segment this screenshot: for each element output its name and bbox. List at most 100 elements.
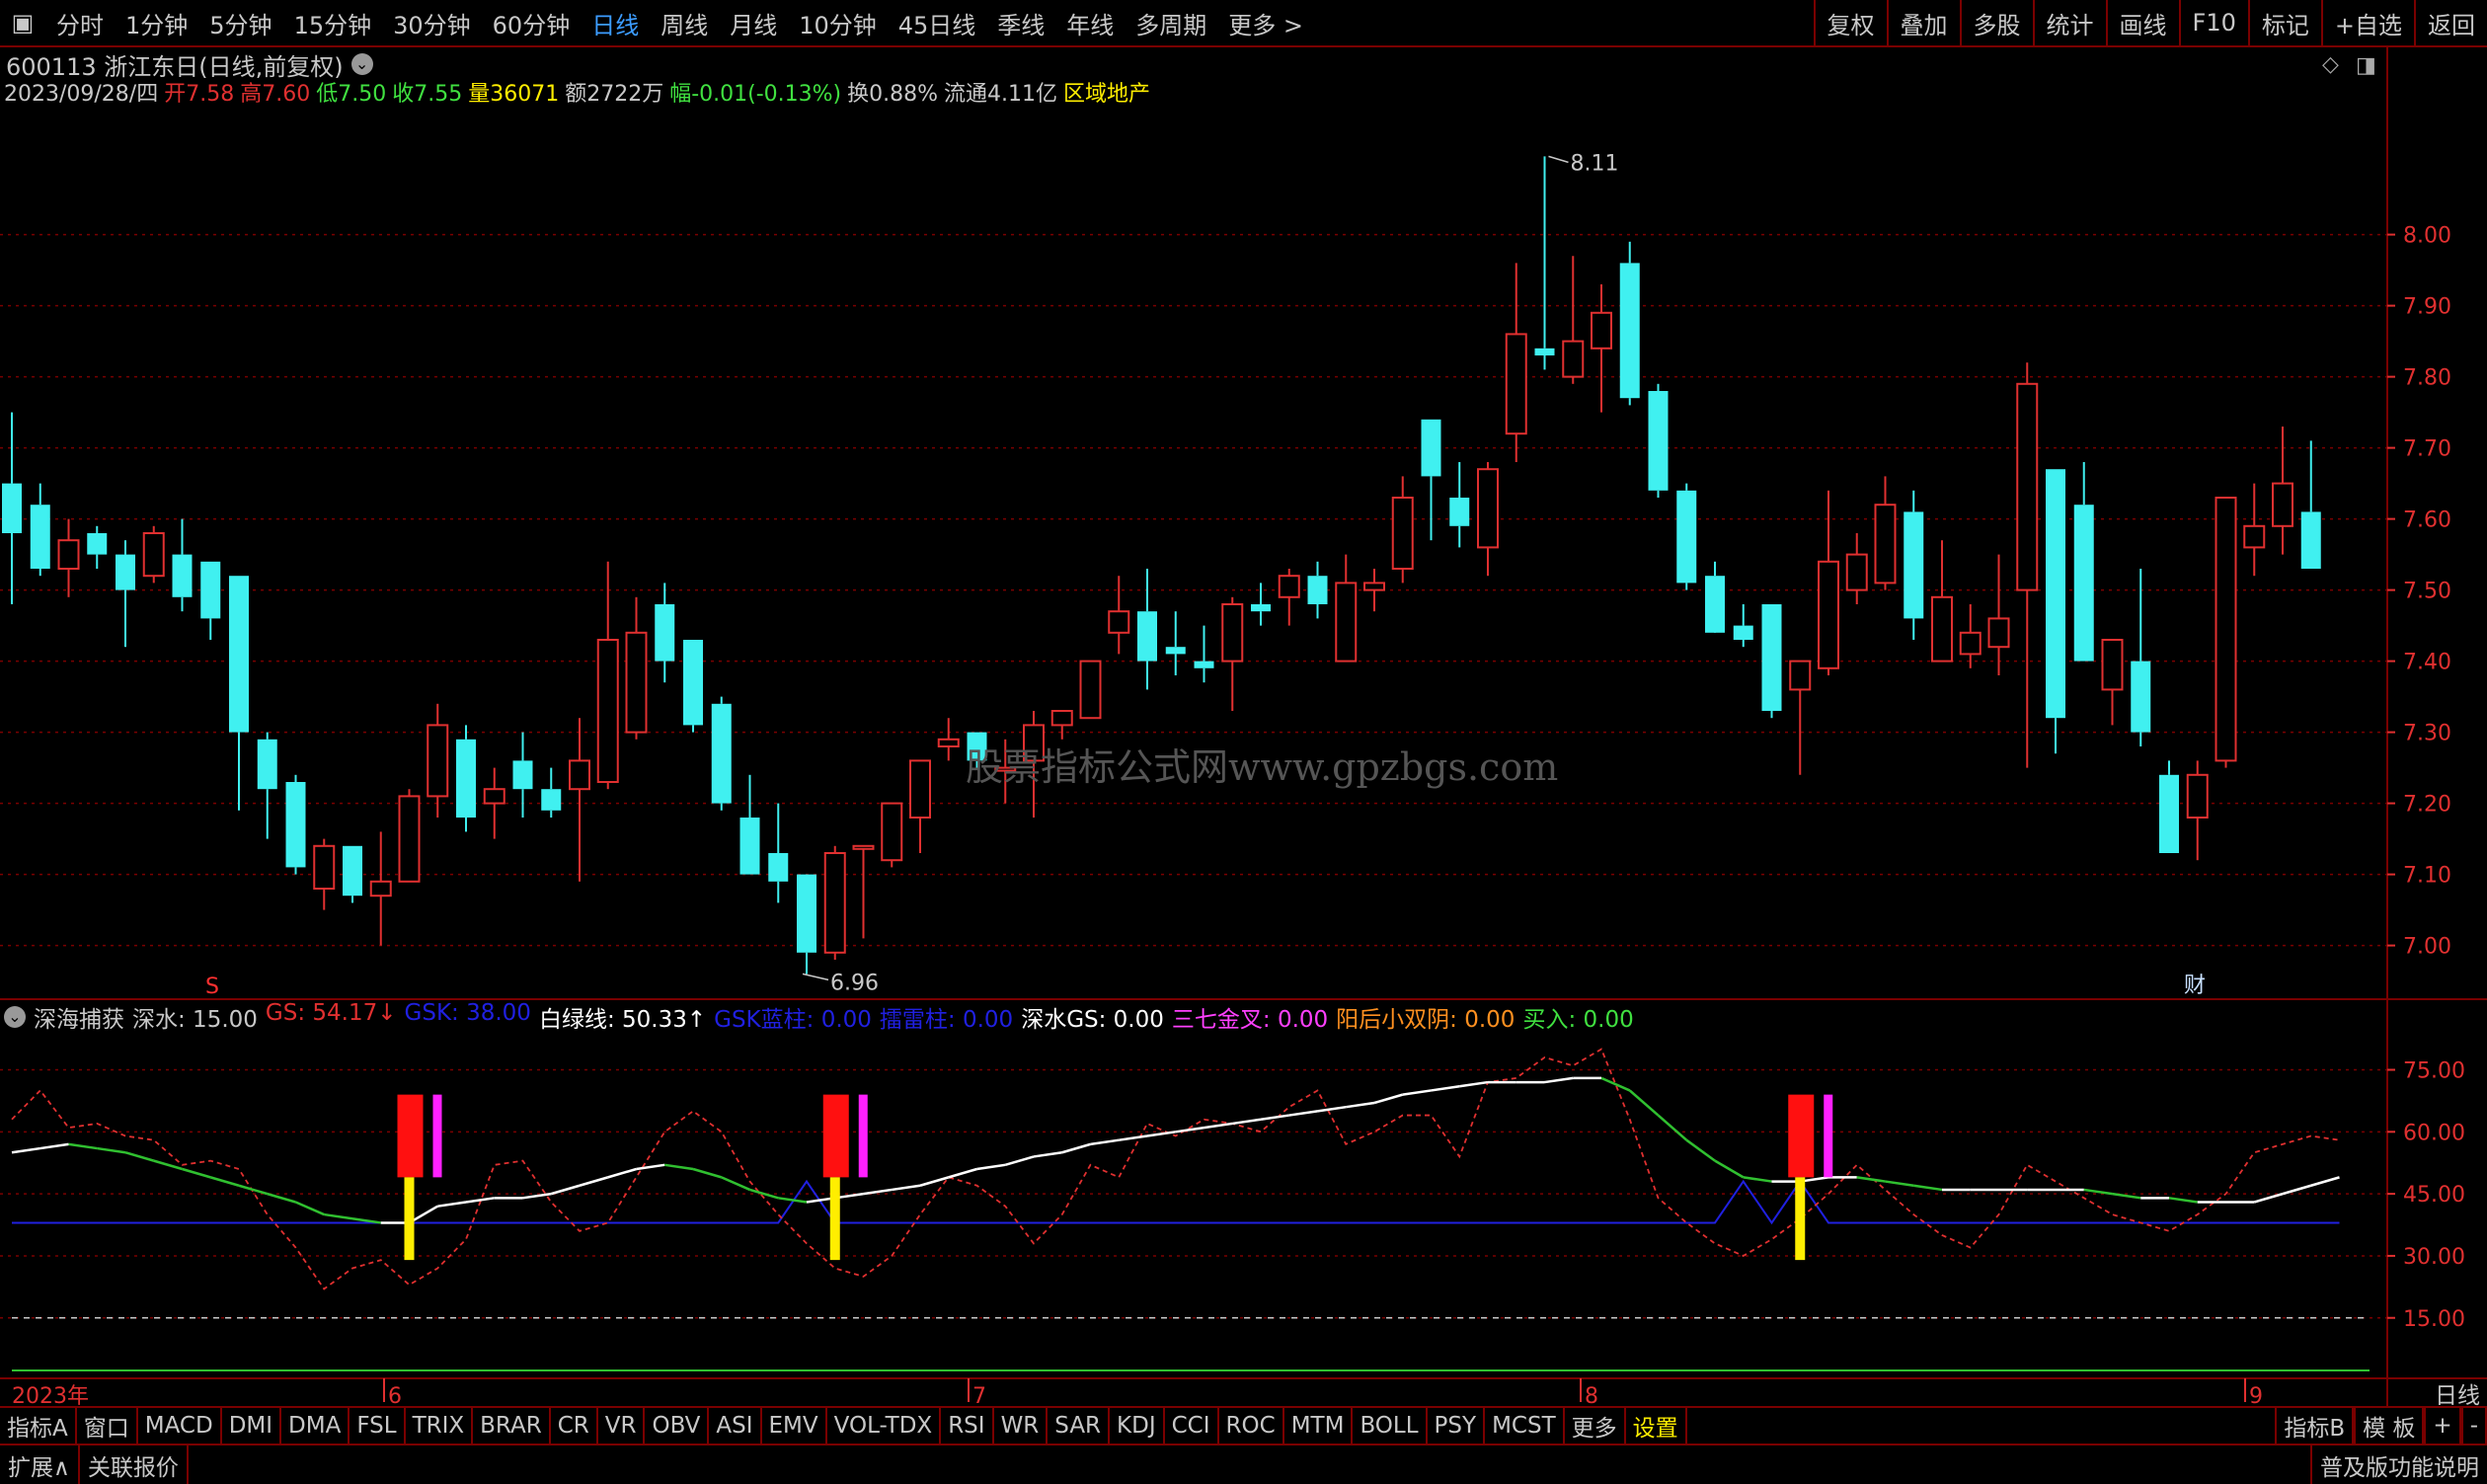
- candle-body: [768, 853, 789, 882]
- candle: [2101, 639, 2124, 726]
- candle-body: [739, 818, 760, 875]
- candle-body: [1363, 582, 1385, 591]
- white-green-line: [1402, 1089, 1432, 1096]
- candle: [1505, 263, 1527, 462]
- candle: [1931, 540, 1953, 663]
- candle-body: [909, 759, 931, 820]
- indicator-tab-16[interactable]: SAR: [1048, 1408, 1111, 1444]
- indicator-tab-1[interactable]: 窗口: [77, 1408, 138, 1444]
- min-price-label: 6.96: [830, 971, 879, 995]
- signal-red-bar: [822, 1094, 849, 1178]
- price-axis-label: 7.50: [2403, 580, 2451, 604]
- indicator-tab-5[interactable]: FSL: [350, 1408, 406, 1444]
- candle-body: [1789, 660, 1812, 691]
- candle-body: [30, 505, 50, 569]
- candle-body: [142, 532, 165, 578]
- linked-quote-button[interactable]: 关联报价: [80, 1445, 189, 1484]
- diamond-icon[interactable]: ◇: [2322, 52, 2339, 77]
- indicator-tab-2[interactable]: MACD: [138, 1408, 222, 1444]
- gsk-line: [12, 1179, 2340, 1225]
- candle-body: [797, 874, 816, 953]
- chart-canvas[interactable]: 8.00 7.90 7.80 7.70 7.60 7.50 7.40 7.30 7.20 7.10…: [0, 0, 2487, 1482]
- indicator-tab-9[interactable]: VR: [598, 1408, 646, 1444]
- indicator-tab-7[interactable]: BRAR: [473, 1408, 551, 1444]
- indicator-tab-right-0[interactable]: 指标B: [2275, 1408, 2355, 1444]
- candle: [1477, 462, 1499, 577]
- candle: [2, 412, 22, 604]
- white-green-line: [892, 1184, 921, 1192]
- candle-body: [116, 554, 135, 590]
- price-axis-label: 7.60: [2403, 508, 2451, 533]
- expand-button[interactable]: 扩展∧: [0, 1445, 80, 1484]
- indicator-tab-14[interactable]: RSI: [941, 1408, 994, 1444]
- candle-body: [1705, 576, 1725, 633]
- indicator-tab-0[interactable]: 指标A: [0, 1408, 77, 1444]
- candle-body: [2131, 661, 2151, 733]
- indicator-tab-17[interactable]: KDJ: [1110, 1408, 1165, 1444]
- white-green-line: [39, 1142, 69, 1150]
- signal-yellow-bar: [1795, 1177, 1806, 1261]
- white-green-line: [1600, 1076, 1631, 1092]
- indicator-tab-21[interactable]: BOLL: [1353, 1408, 1428, 1444]
- price-axis-label: 8.00: [2403, 224, 2451, 249]
- white-green-line: [1856, 1176, 1886, 1183]
- gs-line: [11, 1048, 2340, 1290]
- indicator-tab-6[interactable]: TRIX: [406, 1408, 474, 1444]
- candle: [200, 561, 221, 640]
- indicator-values: 深水: 15.00 GS: 54.17↓ GSK: 38.00 白绿线: 50.33↑…: [132, 1000, 1642, 1034]
- indicator-tab-15[interactable]: WR: [994, 1408, 1049, 1444]
- white-green-line: [1685, 1138, 1716, 1162]
- indicator-value-5: 擂雷柱: 0.00: [879, 1007, 1014, 1033]
- indicator-tab-25[interactable]: 设置: [1626, 1408, 1687, 1444]
- indicator-value-4: GSK蓝柱: 0.00: [714, 1007, 872, 1033]
- indicator-tab-23[interactable]: MCST: [1485, 1408, 1565, 1444]
- indicator-tab-19[interactable]: ROC: [1219, 1408, 1284, 1444]
- signal-magenta-bar: [858, 1094, 868, 1178]
- indicator-tab-18[interactable]: CCI: [1165, 1408, 1219, 1444]
- indicator-tabs: 指标A 窗口 MACD DMI DMA FSL TRIX BRAR CR VR OBV ASI EMV V…: [0, 1408, 1687, 1444]
- candle: [2243, 483, 2266, 577]
- candle-body: [1194, 661, 1214, 668]
- indicator-tab-13[interactable]: VOL-TDX: [827, 1408, 942, 1444]
- candle-body: [229, 576, 249, 733]
- candle-body: [625, 631, 648, 734]
- indicator-tab-22[interactable]: PSY: [1428, 1408, 1486, 1444]
- candle-body: [2215, 497, 2237, 762]
- candle: [625, 596, 648, 740]
- indicator-tab-3[interactable]: DMI: [222, 1408, 282, 1444]
- indicator-tab-4[interactable]: DMA: [281, 1408, 350, 1444]
- candle: [1676, 483, 1697, 590]
- candle-body: [1591, 311, 1612, 350]
- candle: [768, 803, 789, 903]
- white-green-line: [1373, 1093, 1404, 1105]
- candle: [512, 732, 533, 818]
- candle: [116, 540, 135, 648]
- indicator-tab-bar: 指标A 窗口 MACD DMI DMA FSL TRIX BRAR CR VR OBV ASI EMV V…: [0, 1406, 2487, 1444]
- candle: [569, 718, 590, 882]
- candle-body: [200, 561, 221, 619]
- price-axis-label: 7.90: [2403, 295, 2451, 320]
- indicator-tab-24[interactable]: 更多: [1565, 1408, 1626, 1444]
- indicator-tab-right-3[interactable]: -: [2460, 1408, 2487, 1444]
- indicator-tab-right-2[interactable]: +: [2424, 1408, 2461, 1444]
- candle-body: [1874, 504, 1897, 585]
- indicator-name[interactable]: 深海捕获: [34, 1000, 124, 1034]
- candle: [2016, 362, 2039, 768]
- cai-marker[interactable]: 财: [2184, 974, 2206, 998]
- window-icon[interactable]: ◨: [2356, 53, 2376, 78]
- candle: [1335, 554, 1358, 663]
- indicator-value-6: 深水GS: 0.00: [1021, 1007, 1164, 1033]
- candle: [1761, 604, 1782, 719]
- indicator-tab-right-1[interactable]: 模 板: [2354, 1408, 2425, 1444]
- indicator-tab-8[interactable]: CR: [551, 1408, 598, 1444]
- indicator-tab-10[interactable]: OBV: [645, 1408, 710, 1444]
- candle: [1108, 576, 1130, 655]
- indicator-tab-20[interactable]: MTM: [1284, 1408, 1354, 1444]
- chevron-down-icon[interactable]: ⌄: [4, 1006, 26, 1028]
- indicator-tab-12[interactable]: EMV: [762, 1408, 827, 1444]
- version-note[interactable]: 普及版功能说明: [2310, 1445, 2487, 1484]
- white-green-line: [182, 1167, 211, 1179]
- indicator-tab-11[interactable]: ASI: [709, 1408, 762, 1444]
- white-green-line: [550, 1184, 581, 1196]
- candle: [711, 696, 732, 811]
